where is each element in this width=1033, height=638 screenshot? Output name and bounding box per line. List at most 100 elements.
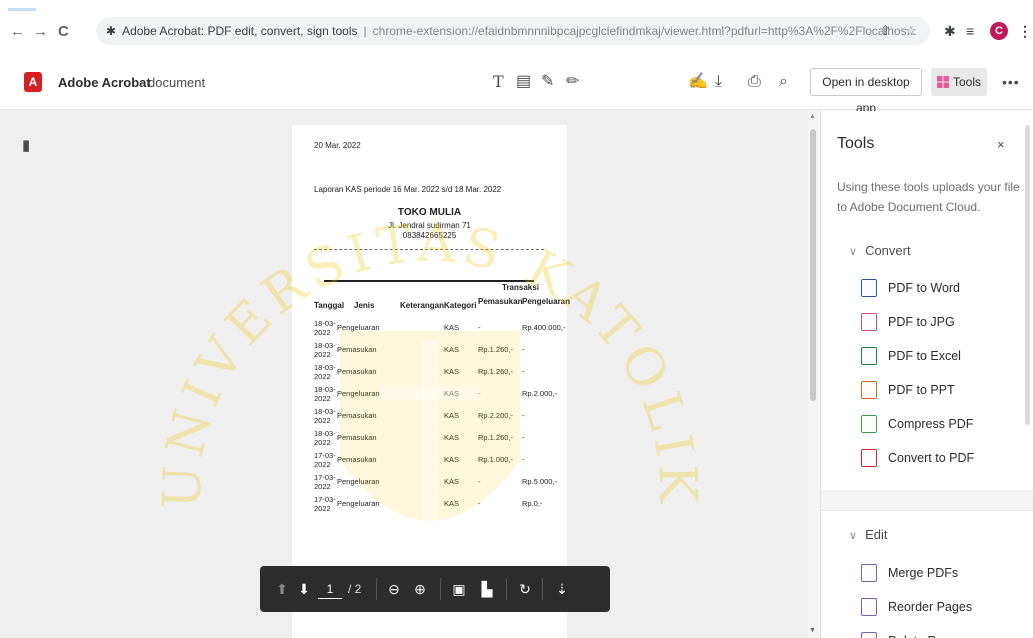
zoom-out-icon[interactable]: ⊖ [383,566,405,612]
cell-date-year: 2022 [314,372,331,381]
reload-button[interactable]: C [58,20,69,44]
tools-panel-scrollbar[interactable] [1025,125,1030,425]
cell-kategori: KAS [444,499,460,508]
rotate-icon[interactable]: ↻ [514,566,536,612]
toolbar-divider [376,578,377,600]
document-icon [861,279,877,297]
tab-strip-hint [8,8,36,11]
extensions-icon[interactable]: ✱ [944,17,956,45]
cell-pemasukan: Rp.1.000,- [478,455,514,464]
cell-date: 18-03- [314,407,336,416]
cell-jenis: Pengeluaran [337,323,380,332]
scroll-down-icon[interactable]: ▼ [809,627,816,634]
cell-pengeluaran: Rp.5.000,- [522,477,558,486]
cell-jenis: Pemasukan [337,433,377,442]
page-thumbnails-icon[interactable]: ▮ [22,136,30,154]
more-options-button[interactable]: ••• [1002,74,1020,90]
open-desktop-button[interactable]: Open in desktop app [810,68,922,115]
document-icon [861,415,877,433]
address-page-title: Adobe Acrobat: PDF edit, convert, sign t… [122,24,358,38]
puzzle-icon: ✱ [106,24,117,38]
section-edit[interactable]: ∨ Edit [849,527,887,542]
cell-date-year: 2022 [314,350,331,359]
tool-compress-pdf[interactable]: Compress PDF [861,412,1021,436]
share-icon[interactable]: ⇪ [880,17,891,45]
page-number-input[interactable]: 1 [318,579,342,599]
tool-convert-to-pdf[interactable]: Convert to PDF [861,446,1021,470]
tool-merge-pdfs[interactable]: Merge PDFs [861,561,1021,585]
acrobat-header: A Adobe Acrobat document T ▤ ✎ ✏ ✍ ⤓ ⎙ ⌕… [0,56,1033,115]
cell-jenis: Pengeluaran [337,499,380,508]
section-convert[interactable]: ∨ Convert [849,243,911,258]
document-icon [861,313,877,331]
chevron-down-icon: ∨ [849,530,858,542]
tool-label: Convert to PDF [888,451,975,465]
next-page-icon[interactable]: ⬇ [294,566,314,612]
scroll-up-icon[interactable]: ▲ [809,113,816,120]
scroll-mode-icon[interactable]: ⇣ [550,566,574,612]
search-icon[interactable]: ⌕ [779,72,788,92]
cell-jenis: Pengeluaran [337,389,380,398]
section-divider [821,491,1033,511]
scrollbar-thumb[interactable] [810,129,816,401]
bookmark-star-icon[interactable]: ☆ [905,17,917,45]
col-pengeluaran: Pengeluaran [522,297,571,306]
forward-button[interactable]: → [33,20,48,44]
cell-jenis: Pengeluaran [337,477,380,486]
page-view-icon[interactable]: ▙ [476,566,498,612]
tool-label: Merge PDFs [888,566,959,580]
zoom-in-icon[interactable]: ⊕ [409,566,431,612]
cell-kategori: KAS [444,411,460,420]
add-text-icon[interactable]: T [493,72,504,92]
back-button[interactable]: ← [10,20,25,44]
print-icon[interactable]: ⎙ [748,72,761,92]
pdf-date: 20 Mar. 2022 [314,141,361,150]
cell-pemasukan: - [478,323,481,332]
browser-menu-icon[interactable]: ⋮ [1018,17,1032,45]
tool-pdf-to-excel[interactable]: PDF to Excel [861,344,1021,368]
table-row: 18-03- 2022 Pemasukan KAS Rp.1.260,- - [292,363,567,385]
cell-kategori: KAS [444,433,460,442]
tool-label: PDF to Word [888,281,961,295]
viewer-scrollbar[interactable]: ▲ ▼ [808,111,818,638]
tools-panel-title: Tools [837,135,875,152]
cell-kategori: KAS [444,323,460,332]
download-icon[interactable]: ⤓ [715,72,722,92]
pdf-viewer[interactable]: ▮ 20 Mar. 2022 Laporan KAS periode 16 Ma… [0,111,816,638]
cell-date: 17-03- [314,451,336,460]
profile-avatar[interactable]: C [990,22,1008,40]
comment-icon[interactable]: ▤ [516,72,531,92]
address-bar[interactable]: ✱ Adobe Acrobat: PDF edit, convert, sign… [96,17,930,45]
cell-pengeluaran: - [522,411,525,420]
col-keterangan: Keterangan [400,301,445,310]
tool-delete-pages[interactable]: Delete Pages [861,629,1021,638]
highlight-icon[interactable]: ✎ [541,72,554,92]
acrobat-logo-icon: A [24,72,42,92]
pdf-phone: 083842665225 [402,231,457,240]
tool-pdf-to-ppt[interactable]: PDF to PPT [861,378,1021,402]
cell-pengeluaran: - [522,345,525,354]
tool-pdf-to-jpg[interactable]: PDF to JPG [861,310,1021,334]
cell-date-year: 2022 [314,416,331,425]
cell-date-year: 2022 [314,438,331,447]
tool-reorder-pages[interactable]: Reorder Pages [861,595,1021,619]
previous-page-icon[interactable]: ⬆ [272,566,292,612]
address-url: chrome-extension://efaidnbmnnnibpcajpcgl… [372,24,917,38]
media-queue-icon[interactable]: ≡ [966,17,974,45]
cell-date: 17-03- [314,495,336,504]
pages-icon [861,598,877,616]
cell-date-year: 2022 [314,504,331,513]
section-convert-label: Convert [865,243,911,258]
draw-icon[interactable]: ✏ [566,72,579,92]
cell-date: 18-03- [314,429,336,438]
tools-button[interactable]: Tools [931,68,987,96]
tool-pdf-to-word[interactable]: PDF to Word [861,276,1021,300]
cell-pemasukan: Rp.2.200,- [478,411,514,420]
pages-icon [861,564,877,582]
fit-page-icon[interactable]: ▣ [448,566,470,612]
pages-icon [861,632,877,638]
cell-pengeluaran: Rp.0,- [522,499,543,508]
fill-sign-icon[interactable]: ✍ [688,72,708,92]
cell-date-year: 2022 [314,460,331,469]
close-icon[interactable]: × [997,137,1005,152]
